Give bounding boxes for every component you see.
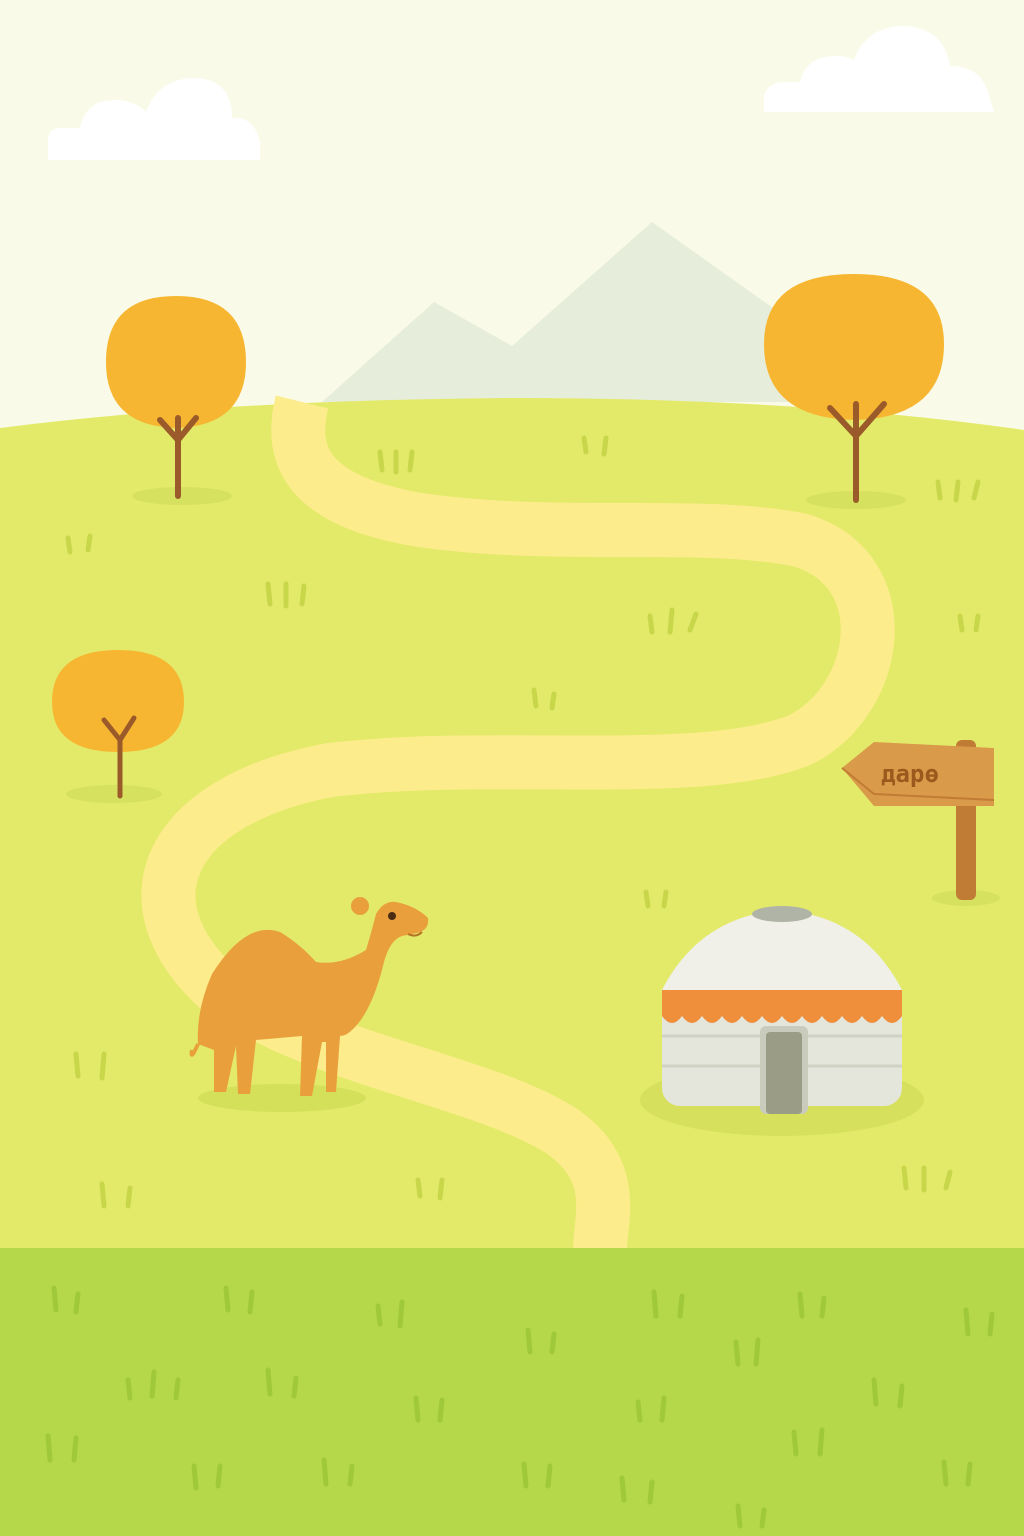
scene-canvas: дарө xyxy=(0,0,1024,1536)
game-scene: дарө xyxy=(0,0,1024,1536)
signpost-label: дарө xyxy=(881,760,939,788)
